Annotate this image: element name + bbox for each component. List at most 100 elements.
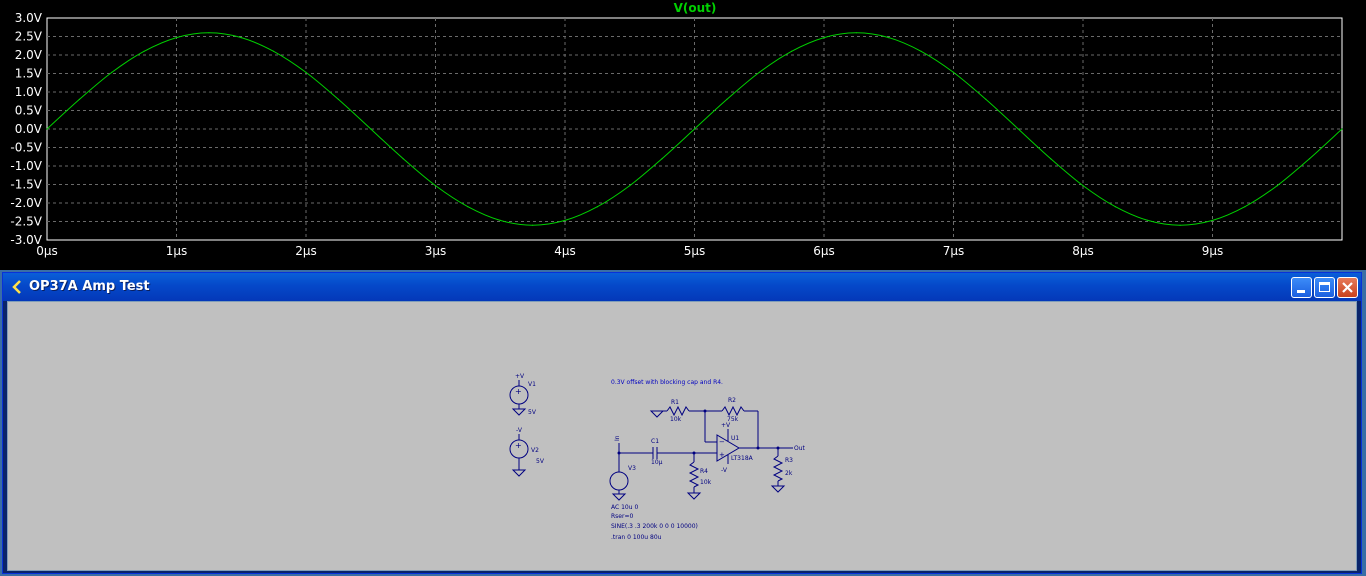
resistor-r3[interactable]: R3 2k	[770, 448, 793, 493]
v3-name: V3	[628, 465, 636, 472]
schematic-comment[interactable]: 0.3V offset with blocking cap and R4.	[611, 379, 723, 386]
data-point	[175, 37, 178, 39]
u1-name: U1	[731, 435, 739, 442]
window-title: OP37A Amp Test	[29, 279, 150, 294]
data-point	[1050, 158, 1052, 160]
data-point	[1179, 224, 1181, 226]
ltspice-app-icon[interactable]	[9, 279, 25, 295]
data-point	[337, 98, 339, 100]
data-point	[273, 50, 275, 52]
data-point	[1211, 219, 1214, 221]
v1-name: V1	[528, 381, 536, 388]
data-point	[208, 32, 210, 34]
waveform-pane[interactable]: V(out) 3.0V 2.5V 2.0V 1.5V 1.0V 0.5V 0.0V -0.5V…	[0, 0, 1366, 270]
x-tick-label: 4µs	[554, 244, 576, 258]
x-tick-label: 7µs	[943, 244, 965, 258]
data-point	[564, 219, 566, 221]
data-point	[78, 98, 80, 100]
schematic-drawing[interactable]: 0.3V offset with blocking cap and R4. +V…	[8, 302, 1358, 572]
v3-spec-line-3[interactable]: SINE(.3 .3 200k 0 0 0 10000)	[611, 523, 698, 530]
data-point	[1309, 158, 1311, 160]
maximize-icon	[1319, 282, 1330, 292]
voltage-source-v2[interactable]: -V + V2 5V	[509, 427, 545, 477]
data-point	[532, 224, 534, 226]
voltage-source-v1[interactable]: +V + V1 5V	[509, 373, 537, 416]
data-point	[952, 71, 955, 73]
data-point	[1082, 185, 1084, 187]
data-point	[46, 128, 48, 130]
data-point	[888, 37, 890, 39]
schematic-window[interactable]: OP37A Amp Test 0.3V offset with blocking…	[2, 272, 1362, 574]
x-tick-label: 8µs	[1072, 244, 1094, 258]
tran-directive[interactable]: .tran 0 100u 80u	[611, 534, 662, 541]
in-net-label: In	[614, 435, 621, 441]
data-point	[823, 37, 825, 39]
data-point	[1341, 128, 1343, 130]
trace-title[interactable]: V(out)	[674, 1, 717, 15]
data-point	[661, 158, 663, 160]
close-icon	[1342, 282, 1353, 293]
x-tick-label: 2µs	[295, 244, 317, 258]
v2-net-label: -V	[516, 427, 523, 434]
data-point	[467, 206, 469, 208]
r1-name: R1	[671, 399, 679, 406]
y-tick-label: 0.0V	[15, 122, 43, 136]
y-tick-label: -1.5V	[10, 178, 42, 192]
capacitor-c1[interactable]: C1 10µ	[651, 438, 663, 466]
r4-name: R4	[700, 468, 708, 475]
minimize-button[interactable]	[1291, 277, 1312, 298]
y-tick-label: 2.5V	[15, 30, 43, 44]
svg-text:+: +	[515, 387, 522, 396]
y-tick-label: 1.0V	[15, 85, 43, 99]
v3-spec-line-1[interactable]: AC 10u 0	[611, 504, 638, 511]
out-net-label: Out	[794, 445, 806, 452]
y-tick-label: 2.0V	[15, 48, 43, 62]
data-point	[985, 98, 987, 100]
y-tick-label: 0.5V	[15, 104, 43, 118]
resistor-r1[interactable]: R1 10k	[649, 399, 705, 423]
maximize-button[interactable]	[1314, 277, 1335, 298]
y-tick-label: -1.0V	[10, 159, 42, 173]
svg-text:−: −	[719, 438, 725, 446]
data-point	[143, 50, 145, 52]
data-point	[1276, 185, 1278, 187]
y-tick-label: 1.5V	[15, 67, 43, 81]
r2-name: R2	[728, 397, 736, 404]
data-point	[1147, 219, 1149, 221]
x-tick-label: 3µs	[425, 244, 447, 258]
x-tick-label: 0µs	[36, 244, 58, 258]
data-point	[758, 71, 760, 73]
data-point	[305, 71, 307, 73]
data-point	[693, 128, 696, 130]
r3-value: 2k	[785, 470, 793, 477]
v3-spec-line-2[interactable]: Rser=0	[611, 513, 633, 520]
svg-text:+: +	[515, 441, 522, 450]
data-point	[1114, 206, 1116, 208]
c1-name: C1	[651, 438, 659, 445]
y-tick-label: -2.0V	[10, 196, 42, 210]
data-point	[111, 71, 113, 73]
window-titlebar[interactable]: OP37A Amp Test	[3, 273, 1361, 301]
voltage-source-v3[interactable]: In V3	[609, 435, 636, 501]
close-button[interactable]	[1337, 277, 1358, 298]
waveform-plot[interactable]: V(out) 3.0V 2.5V 2.0V 1.5V 1.0V 0.5V 0.0V -0.5V…	[0, 0, 1366, 270]
c1-value: 10µ	[651, 459, 663, 466]
data-point	[1017, 128, 1019, 130]
x-tick-label: 1µs	[166, 244, 188, 258]
schematic-canvas[interactable]: 0.3V offset with blocking cap and R4. +V…	[7, 301, 1357, 571]
resistor-r4[interactable]: R4 10k	[686, 453, 712, 500]
y-tick-label: 3.0V	[15, 11, 43, 25]
data-point	[402, 158, 404, 160]
u1-neg-supply: -V	[721, 467, 728, 474]
y-tick-label: -0.5V	[10, 141, 42, 155]
y-tick-label: -2.5V	[10, 215, 42, 229]
v1-net-label: +V	[515, 373, 525, 380]
data-point	[629, 185, 631, 187]
data-point	[499, 219, 501, 221]
r1-value: 10k	[670, 416, 682, 423]
y-axis-ticks: 3.0V 2.5V 2.0V 1.5V 1.0V 0.5V 0.0V -0.5V -1.0V -1…	[10, 11, 42, 247]
data-point	[855, 32, 858, 34]
x-tick-label: 6µs	[813, 244, 835, 258]
data-point	[791, 50, 793, 52]
data-point	[1244, 206, 1246, 208]
